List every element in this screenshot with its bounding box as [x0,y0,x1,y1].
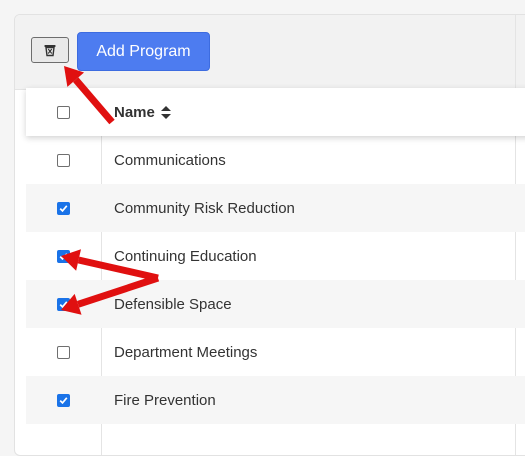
table-toolbar: Add Program [15,15,525,90]
checkmark-icon [59,252,68,260]
table-row[interactable]: Defensible Space [26,280,525,328]
select-all-checkbox[interactable] [57,105,70,119]
table-row[interactable]: Continuing Education [26,232,525,280]
table-header: Name [26,88,525,136]
name-header-label: Name [114,103,155,121]
row-select-cell [26,280,101,328]
table-row[interactable]: Communications [26,136,525,184]
table-row[interactable]: Department Meetings [26,328,525,376]
program-name: Defensible Space [114,295,232,313]
program-name: Fire Prevention [114,391,216,409]
row-select-cell [26,136,101,184]
table-row[interactable]: Fire Prevention [26,376,525,424]
program-name: Communications [114,151,226,169]
row-checkbox[interactable] [57,249,70,263]
name-column-header[interactable]: Name [114,88,171,136]
row-checkbox[interactable] [57,297,70,311]
row-checkbox[interactable] [57,393,70,407]
row-select-cell [26,232,101,280]
programs-card: Add Program Name Communications Community… [14,14,525,456]
row-select-cell [26,376,101,424]
row-select-cell [26,184,101,232]
checkmark-icon [59,396,68,404]
row-checkbox[interactable] [57,345,70,359]
trash-icon [44,45,56,57]
add-program-button[interactable]: Add Program [77,32,210,71]
checkmark-icon [59,300,68,308]
row-checkbox[interactable] [57,153,70,167]
sort-icon[interactable] [160,105,171,119]
table-row[interactable]: Community Risk Reduction [26,184,525,232]
select-all-cell [26,88,101,136]
row-checkbox[interactable] [57,201,70,215]
checkmark-icon [59,204,68,212]
row-select-cell [26,328,101,376]
program-name: Community Risk Reduction [114,199,295,217]
delete-selected-button[interactable] [31,37,69,63]
program-name: Department Meetings [114,343,258,361]
program-name: Continuing Education [114,247,257,265]
